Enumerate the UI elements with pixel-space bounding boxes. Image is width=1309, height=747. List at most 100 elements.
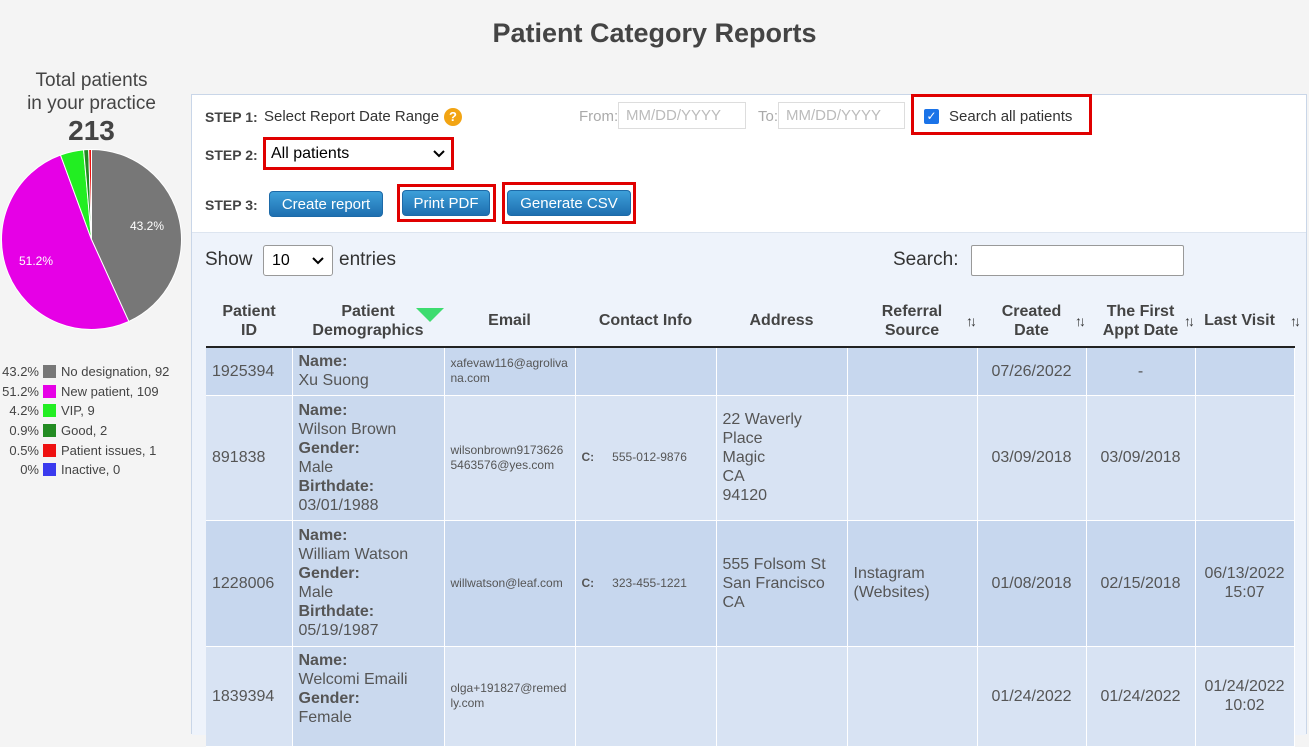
cell-patient-id[interactable]: 1839394 xyxy=(206,646,293,747)
cell-email[interactable]: olga+191827@remedly.com xyxy=(444,646,576,747)
search-all-label: Search all patients xyxy=(949,107,1073,125)
col-last-visit[interactable]: Last Visit ↑↓ xyxy=(1195,295,1301,348)
col-contact-info[interactable]: Contact Info xyxy=(575,295,716,348)
gender-label: Gender: xyxy=(298,689,360,707)
col-patient-demographics[interactable]: Patient Demographics xyxy=(292,295,444,348)
name-label: Name: xyxy=(298,401,348,419)
patient-email: wilsonbrown91736265463576@yes.com xyxy=(450,442,564,472)
address-line: San Francisco xyxy=(722,574,825,592)
pie-label-no-designation: 43.2% xyxy=(130,219,164,233)
patient-birthdate: 03/01/1988 xyxy=(298,496,379,514)
legend-swatch xyxy=(43,384,56,398)
patient-name: Xu Suong xyxy=(298,372,369,390)
legend-pct: 0.9% xyxy=(9,423,39,439)
legend-pct: 0% xyxy=(20,462,39,478)
col-first-appt-date[interactable]: The First Appt Date ↑↓ xyxy=(1086,295,1195,348)
col-email[interactable]: Email xyxy=(444,295,575,348)
cell-first-appt: - xyxy=(1086,347,1196,396)
step1-label: STEP 1: xyxy=(205,109,258,125)
search-all-patients-toggle[interactable]: ✓ Search all patients xyxy=(918,100,1088,132)
name-label: Name: xyxy=(298,527,348,544)
referral-line: Instagram xyxy=(853,565,925,582)
entries-label: entries xyxy=(339,249,397,270)
patient-email: xafevaw116@agrolivana.com xyxy=(450,356,568,386)
create-report-button[interactable]: Create report xyxy=(269,191,383,217)
legend-label: Patient issues, 1 xyxy=(61,442,157,458)
patient-email: olga+191827@remedly.com xyxy=(450,681,567,710)
name-label: Name: xyxy=(298,651,348,669)
cell-address xyxy=(716,646,848,747)
cell-patient-id[interactable]: 1925394 xyxy=(206,347,293,396)
from-date-input[interactable]: MM/DD/YYYY xyxy=(618,102,746,129)
cell-label: C: xyxy=(581,575,595,590)
patient-name: Wilson Brown xyxy=(298,420,397,438)
cell-demographics: Name: Wilson Brown Gender: Male Birthdate: 03… xyxy=(292,395,445,521)
cell-last-visit: 06/13/2022 15:07 xyxy=(1195,520,1295,647)
legend-item: 43.2% No designation, 92 xyxy=(0,362,190,382)
print-pdf-button[interactable]: Print PDF xyxy=(402,190,490,216)
col-address[interactable]: Address xyxy=(716,295,847,348)
address-line: 22 Waverly xyxy=(722,411,802,428)
cell-contact: C: 555-012-9876 xyxy=(575,395,717,521)
cell-contact xyxy=(575,646,717,747)
address-line: 94120 xyxy=(722,487,768,504)
patient-birthdate: 05/19/1987 xyxy=(298,622,379,639)
address-line: CA xyxy=(722,468,745,485)
cell-created-date: 01/24/2022 xyxy=(977,646,1087,747)
cell-first-appt: 02/15/2018 xyxy=(1086,520,1196,647)
col-created-date[interactable]: Created Date ↑↓ xyxy=(977,295,1086,348)
legend-label: New patient, 109 xyxy=(61,383,159,399)
legend-swatch xyxy=(43,365,56,379)
help-icon[interactable]: ? xyxy=(444,108,462,126)
table-row[interactable]: 1839394 Name: Welcomi Emaili Gender: Female o… xyxy=(206,646,1295,747)
from-label: From: xyxy=(579,108,619,125)
legend-label: Good, 2 xyxy=(61,423,108,439)
to-date-input[interactable]: MM/DD/YYYY xyxy=(778,102,905,129)
table-row[interactable]: 1925394 Name: Xu Suong xafevaw116@agrolivan… xyxy=(206,347,1295,396)
legend-item: 0% Inactive, 0 xyxy=(0,460,190,480)
patient-gender: Female xyxy=(298,708,352,726)
pie-label-new-patient: 51.2% xyxy=(19,254,53,268)
legend-label: No designation, 92 xyxy=(61,364,170,380)
legend-swatch xyxy=(43,404,56,418)
cell-referral: Instagram (Websites) xyxy=(847,520,978,647)
cell-patient-id[interactable]: 891838 xyxy=(206,395,293,521)
cell-referral xyxy=(847,646,978,747)
last-visit-line: 15:07 xyxy=(1224,584,1265,601)
cell-address: 22 Waverly Place Magic CA 94120 xyxy=(716,395,848,521)
address-line: CA xyxy=(722,593,745,611)
report-panel: STEP 1: Select Report Date Range ? From:… xyxy=(191,94,1307,747)
cell-demographics: Name: Xu Suong xyxy=(292,347,445,396)
step3-label: STEP 3: xyxy=(205,197,258,213)
patient-gender: Male xyxy=(298,584,334,601)
cell-referral xyxy=(847,347,978,396)
legend-swatch xyxy=(43,463,56,477)
search-label: Search: xyxy=(893,249,959,270)
cell-demographics: Name: William Watson Gender: Male Birthdate:… xyxy=(292,520,445,647)
chevron-down-icon xyxy=(433,145,445,163)
patient-email: willwatson@leaf.com xyxy=(450,575,563,590)
col-patient-id[interactable]: Patient ID xyxy=(206,295,292,348)
table-header-row: Patient ID Patient Demographics Email Cont… xyxy=(206,295,1301,348)
table-row[interactable]: 891838 Name: Wilson Brown Gender: Male Birthd… xyxy=(206,395,1295,521)
cell-email[interactable]: willwatson@leaf.com xyxy=(444,520,576,647)
category-pie-chart: 43.2% 51.2% xyxy=(1,149,182,330)
legend-pct: 0.5% xyxy=(9,442,39,458)
patient-name: Welcomi Emaili xyxy=(298,670,408,688)
table-search-input[interactable] xyxy=(971,245,1184,276)
to-label: To: xyxy=(758,108,779,125)
table-row[interactable]: 1228006 Name: William Watson Gender: Male Bir… xyxy=(206,520,1295,647)
cell-patient-id[interactable]: 1228006 xyxy=(206,520,293,647)
cell-referral xyxy=(847,395,978,521)
cell-email[interactable]: xafevaw116@agrolivana.com xyxy=(444,347,576,396)
entries-per-page-select[interactable]: 10 xyxy=(263,245,333,276)
generate-csv-button[interactable]: Generate CSV xyxy=(507,190,631,216)
name-label: Name: xyxy=(298,353,348,371)
cell-contact: C: 323-455-1221 xyxy=(575,520,717,647)
search-all-checkbox[interactable]: ✓ xyxy=(924,108,939,124)
col-referral-source[interactable]: Referral Source ↑↓ xyxy=(847,295,977,348)
cell-email[interactable]: wilsonbrown91736265463576@yes.com xyxy=(444,395,576,521)
address-line: Place xyxy=(722,430,763,447)
legend-swatch xyxy=(43,424,56,438)
patient-category-select[interactable]: All patients xyxy=(267,141,449,167)
